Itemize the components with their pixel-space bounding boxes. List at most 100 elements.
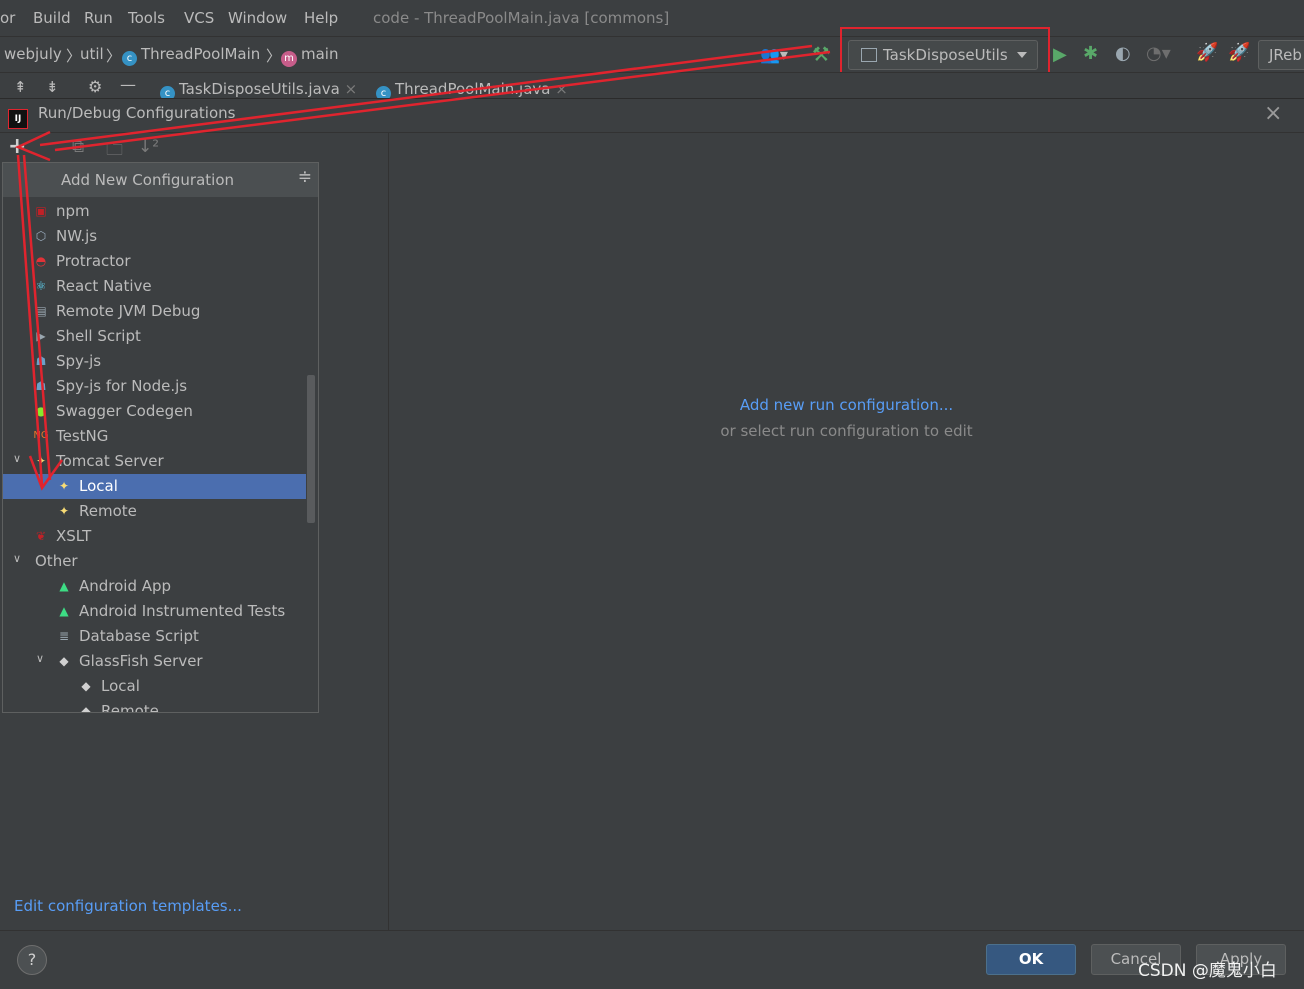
menu-item-tools[interactable]: Tools	[128, 9, 165, 27]
glassfish-icon: ◆	[81, 704, 91, 713]
configuration-type-item[interactable]: ❦ XSLT	[3, 524, 306, 549]
configuration-type-label: Local	[101, 677, 140, 695]
debug-icon[interactable]: ✱	[1083, 43, 1098, 64]
configuration-type-item[interactable]: ☗ Spy-js	[3, 349, 306, 374]
chevron-down-icon[interactable]: ∨	[13, 452, 21, 465]
configuration-type-item[interactable]: ◆ Local	[3, 674, 306, 699]
dialog-title-bar: IJ Run/Debug Configurations	[8, 104, 235, 129]
configuration-type-item[interactable]: ⚛ React Native	[3, 274, 306, 299]
configuration-type-item[interactable]: ✦ Local	[3, 474, 306, 499]
testng-icon: NG	[33, 430, 49, 441]
configuration-type-item[interactable]: ∨ Other	[3, 549, 306, 574]
edit-templates-link[interactable]: Edit configuration templates...	[14, 897, 242, 915]
sort-icon[interactable]: ↓²	[138, 137, 159, 157]
user-icon[interactable]: 👥▾	[760, 45, 788, 64]
configuration-type-label: Protractor	[56, 252, 131, 270]
configuration-type-label: GlassFish Server	[79, 652, 203, 670]
configuration-type-label: Spy-js for Node.js	[56, 377, 188, 395]
gear-icon[interactable]: ⚙	[88, 77, 102, 96]
coverage-icon[interactable]: ◐	[1115, 43, 1131, 64]
profiler-icon[interactable]: ◔▾	[1146, 43, 1171, 64]
configuration-type-item[interactable]: ▶ Shell Script	[3, 324, 306, 349]
breadcrumb-method: main	[301, 45, 339, 63]
configuration-type-label: Swagger Codegen	[56, 402, 193, 420]
copy-configuration-icon[interactable]: ⧉	[72, 137, 84, 157]
breadcrumb-class: ThreadPoolMain	[141, 45, 261, 63]
configuration-type-label: Remote JVM Debug	[56, 302, 201, 320]
help-button[interactable]: ?	[17, 945, 47, 975]
close-tab-icon[interactable]: ×	[345, 80, 358, 98]
jrebel-run-icon[interactable]: 🚀	[1196, 42, 1218, 63]
add-configuration-button[interactable]: +	[8, 134, 26, 159]
breadcrumb-class-item[interactable]: c ThreadPoolMain	[122, 45, 260, 66]
menu-item-run[interactable]: Run	[84, 9, 113, 27]
collapse-icon[interactable]: ≑	[298, 167, 312, 187]
configuration-type-label: Other	[35, 552, 78, 570]
jrebel-debug-icon[interactable]: 🚀	[1228, 42, 1250, 63]
dialog-title: Run/Debug Configurations	[38, 104, 236, 122]
breadcrumb-method-item[interactable]: m main	[281, 45, 338, 67]
configuration-type-item[interactable]: ☗ Spy-js for Node.js	[3, 374, 306, 399]
configuration-type-item[interactable]: ▣ npm	[3, 199, 306, 224]
configuration-type-label: React Native	[56, 277, 152, 295]
android-icon: ▲	[59, 579, 69, 593]
configuration-type-item[interactable]: ▲ Android App	[3, 574, 306, 599]
configuration-type-label: Database Script	[79, 627, 199, 645]
class-icon: c	[122, 51, 137, 66]
menu-item-help[interactable]: Help	[304, 9, 338, 27]
add-new-run-configuration-link[interactable]: Add new run configuration...	[389, 396, 1304, 414]
watermark: CSDN @魔鬼小白	[1138, 961, 1277, 981]
breadcrumb-project[interactable]: webjuly	[4, 45, 62, 63]
popup-header: Add New Configuration ≑	[3, 163, 318, 197]
method-icon: m	[281, 51, 297, 67]
tomcat-icon: ✦	[58, 504, 70, 518]
close-icon[interactable]: ×	[1264, 103, 1282, 125]
ok-button[interactable]: OK	[986, 944, 1076, 975]
configuration-type-item[interactable]: ∨ ◆ GlassFish Server	[3, 649, 306, 674]
configuration-type-item[interactable]: NG TestNG	[3, 424, 306, 449]
jrebel-label: JReb	[1269, 46, 1302, 64]
configuration-type-label: Android Instrumented Tests	[79, 602, 286, 620]
configuration-type-item[interactable]: ∨ ✦ Tomcat Server	[3, 449, 306, 474]
navigation-bar: webjuly 〉 util 〉 c ThreadPoolMain 〉 m main…	[0, 36, 1304, 73]
configuration-type-item[interactable]: ≣ Database Script	[3, 624, 306, 649]
breadcrumb-separator: 〉	[66, 47, 82, 65]
tab-label: ThreadPoolMain.java	[395, 80, 551, 98]
menu-item-window[interactable]: Window	[228, 9, 287, 27]
configuration-type-label: Shell Script	[56, 327, 141, 345]
collapse-all-icon[interactable]: ⇟	[46, 78, 59, 96]
menu-item-build[interactable]: Build	[33, 9, 71, 27]
run-icon[interactable]: ▶	[1053, 44, 1067, 65]
configuration-type-label: Local	[79, 477, 118, 495]
configuration-type-label: Android App	[79, 577, 172, 595]
configuration-type-label: Remote	[101, 702, 159, 713]
breadcrumb-separator: 〉	[106, 47, 122, 65]
glassfish-icon: ◆	[59, 654, 69, 668]
chevron-down-icon[interactable]: ∨	[13, 552, 21, 565]
expand-all-icon[interactable]: ⇞	[14, 78, 27, 96]
menu-item-editor[interactable]: or	[0, 9, 15, 27]
popup-title: Add New Configuration	[61, 171, 235, 189]
configuration-type-label: Spy-js	[56, 352, 102, 370]
configuration-type-item[interactable]: ▲ Android Instrumented Tests	[3, 599, 306, 624]
breadcrumb-separator: 〉	[266, 47, 282, 65]
configuration-type-item[interactable]: ◆ Remote	[3, 699, 306, 713]
intellij-logo-icon: IJ	[8, 109, 28, 129]
configuration-type-label: TestNG	[56, 427, 109, 445]
breadcrumb-package[interactable]: util	[80, 45, 104, 63]
menu-item-vcs[interactable]: VCS	[184, 9, 214, 27]
build-hammer-icon[interactable]: ⚒	[812, 42, 830, 66]
configuration-type-item[interactable]: ◓ Protractor	[3, 249, 306, 274]
jrebel-button[interactable]: JReb	[1258, 40, 1304, 70]
nwjs-icon: ⬡	[35, 229, 47, 243]
close-tab-icon[interactable]: ×	[555, 80, 568, 98]
shell-icon: ▶	[36, 329, 46, 343]
editor-tab-bar: ⇞ ⇟ ⚙ — c TaskDisposeUtils.java × c Thread…	[0, 72, 1304, 101]
configuration-type-item[interactable]: ● Swagger Codegen	[3, 399, 306, 424]
configuration-type-item[interactable]: ✦ Remote	[3, 499, 306, 524]
configuration-type-item[interactable]: ⬡ NW.js	[3, 224, 306, 249]
chevron-down-icon[interactable]: ∨	[36, 652, 44, 665]
minimize-icon[interactable]: —	[120, 75, 136, 94]
scrollbar-thumb[interactable]	[307, 375, 315, 523]
configuration-type-item[interactable]: ▤ Remote JVM Debug	[3, 299, 306, 324]
